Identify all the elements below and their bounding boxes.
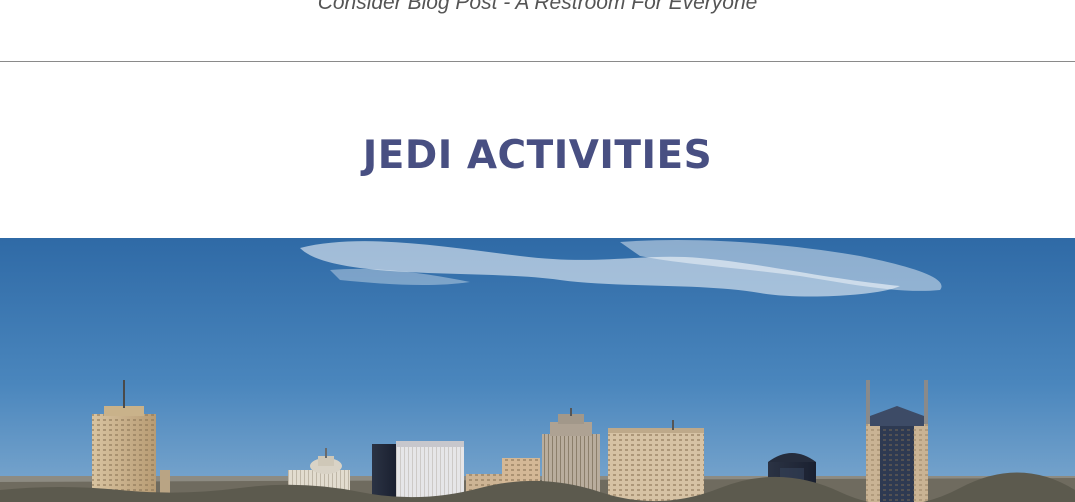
blog-post-link[interactable]: Consider Blog Post - A Restroom For Ever… [318, 0, 758, 14]
section-heading: JEDI ACTIVITIES [362, 133, 713, 178]
city-skyline-image [0, 238, 1075, 502]
blog-post-link-text[interactable]: Consider Blog Post - A Restroom For Ever… [0, 0, 1075, 17]
section-divider [0, 61, 1075, 62]
